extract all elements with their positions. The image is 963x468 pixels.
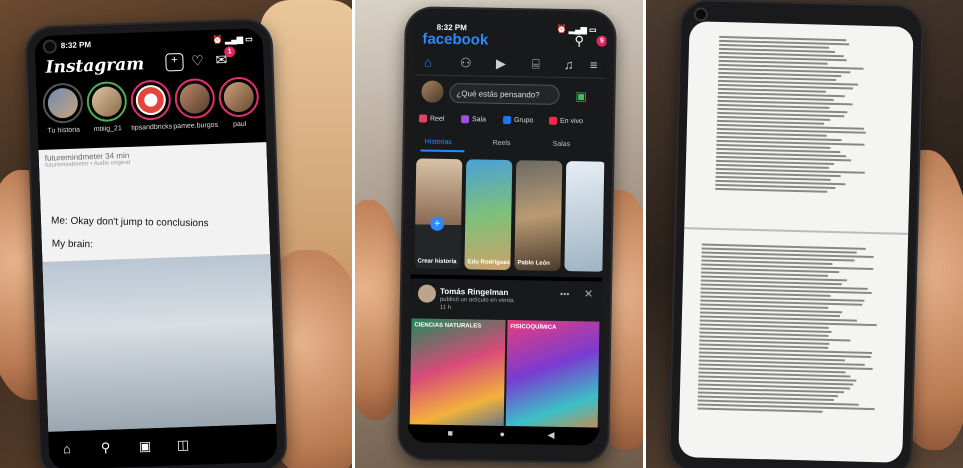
notification-badge: 9 — [596, 35, 607, 47]
story-label: Pablo León — [517, 260, 550, 267]
add-story-icon: + — [430, 216, 445, 231]
meme-line-2: My brain: — [51, 238, 94, 251]
post-action: publicó un artículo en venta. — [439, 296, 515, 305]
action-label: Grupo — [513, 116, 534, 125]
marketplace-tab-icon[interactable]: ⌸ — [532, 56, 540, 72]
heart-icon[interactable]: ♡ — [189, 52, 206, 69]
search-icon[interactable]: ⚲ — [101, 440, 111, 456]
recent-apps-icon[interactable]: ■ — [447, 428, 453, 438]
more-icon[interactable]: ••• — [560, 289, 570, 299]
story-avatar[interactable] — [130, 79, 172, 121]
document-page — [684, 21, 913, 232]
product-image[interactable]: CIENCIAS NATURALES — [409, 318, 506, 440]
story-card[interactable]: Edu Rodríguez — [464, 159, 513, 271]
story-name: pamee.burgos — [173, 121, 219, 131]
photo-panel-document — [646, 0, 963, 468]
post-author[interactable]: Tomás Ringelman — [440, 287, 508, 297]
front-camera — [695, 9, 706, 20]
bottom-nav: ⌂ ⚲ ▣ ◫ — [48, 423, 278, 468]
phone-document — [669, 0, 923, 468]
system-nav: ■ ● ◀ — [407, 424, 600, 446]
subtab-reels[interactable]: Reels — [493, 140, 511, 147]
feed-post: futuremindmeter 34 min futuremindmeter •… — [38, 142, 277, 432]
status-time: 8:32 PM — [60, 40, 92, 51]
action-reel[interactable]: Reel — [418, 114, 445, 123]
action-live[interactable]: En vivo — [548, 116, 584, 126]
search-icon[interactable]: ⚲ — [574, 33, 584, 49]
story-avatar[interactable] — [86, 80, 128, 123]
front-camera — [44, 41, 56, 52]
story-name: Tu historia — [47, 126, 81, 135]
image-label: FISICOQUÍMICA — [510, 324, 557, 331]
product-image[interactable]: FISICOQUÍMICA — [505, 320, 600, 442]
action-room[interactable]: Sala — [460, 115, 487, 124]
new-post-icon[interactable]: + — [165, 52, 184, 72]
app-title: Instagram — [45, 54, 145, 78]
home-tab-icon[interactable]: ⌂ — [424, 55, 432, 70]
home-button-icon[interactable]: ● — [499, 429, 505, 439]
app-title: facebook — [422, 30, 489, 49]
video-tab-icon[interactable]: ▶ — [496, 56, 506, 72]
story-card[interactable]: + Crear historia — [414, 158, 463, 270]
story-avatar[interactable] — [42, 82, 84, 124]
active-tab-indicator — [420, 149, 465, 153]
divider — [410, 274, 603, 282]
shop-icon[interactable]: ◫ — [177, 437, 190, 453]
story-card[interactable] — [564, 161, 607, 272]
phone-facebook: 8:32 PM ⏰ ▂▄▆ ▭ facebook ⚲ 9 ⌂ ⚇ ▶ ⌸ ♫ ≡… — [399, 8, 615, 462]
story-name: mtiiig_21 — [93, 125, 122, 134]
friends-tab-icon[interactable]: ⚇ — [460, 55, 472, 71]
avatar[interactable] — [417, 284, 437, 303]
photo-panel-instagram: 8:32 PM ⏰ ▂▄▆ ▭ Instagram + ♡ ✉ 1 Tu his… — [0, 0, 352, 468]
subtab-rooms[interactable]: Salas — [553, 141, 571, 148]
phone-instagram: 8:32 PM ⏰ ▂▄▆ ▭ Instagram + ♡ ✉ 1 Tu his… — [26, 19, 286, 468]
room-icon — [460, 115, 470, 124]
status-icons: ⏰ ▂▄▆ ▭ — [212, 34, 253, 45]
menu-tab-icon[interactable]: ≡ — [590, 57, 598, 72]
notification-badge: 1 — [223, 46, 236, 58]
home-icon[interactable]: ⌂ — [63, 441, 71, 456]
story-avatar[interactable] — [218, 76, 260, 118]
post-time: 11 h — [439, 304, 452, 312]
story-avatar[interactable] — [174, 77, 216, 120]
facebook-screen: 8:32 PM ⏰ ▂▄▆ ▭ facebook ⚲ 9 ⌂ ⚇ ▶ ⌸ ♫ ≡… — [407, 16, 607, 446]
photo-panel-facebook: 8:32 PM ⏰ ▂▄▆ ▭ facebook ⚲ 9 ⌂ ⚇ ▶ ⌸ ♫ ≡… — [355, 0, 643, 468]
document-screen — [678, 21, 914, 463]
action-label: Reel — [429, 115, 445, 123]
status-composer[interactable]: ¿Qué estás pensando? — [449, 82, 560, 105]
story-label: Crear historia — [417, 258, 457, 266]
story-name: paul — [232, 120, 247, 129]
story-name: tipsandbricks — [131, 123, 173, 132]
meme-line-1: Me: Okay don't jump to conclusions — [50, 215, 209, 230]
reel-icon — [418, 114, 428, 123]
subtab-stories[interactable]: Historias — [425, 139, 452, 146]
story-card[interactable]: Pablo León — [514, 160, 563, 271]
notifications-tab-icon[interactable]: ♫ — [564, 57, 574, 72]
back-icon[interactable]: ◀ — [547, 430, 554, 441]
illegible-text-line — [715, 187, 828, 193]
avatar[interactable] — [421, 80, 444, 103]
divider — [413, 74, 606, 79]
photo-icon[interactable]: ▣ — [575, 89, 587, 103]
action-label: En vivo — [559, 117, 584, 126]
image-label: CIENCIAS NATURALES — [414, 322, 482, 330]
group-icon — [502, 115, 512, 125]
action-label: Sala — [471, 116, 487, 124]
story-label: Edu Rodríguez — [467, 259, 510, 267]
live-icon — [548, 116, 558, 125]
left-hand — [355, 200, 405, 420]
instagram-screen: 8:32 PM ⏰ ▂▄▆ ▭ Instagram + ♡ ✉ 1 Tu his… — [34, 28, 278, 468]
illegible-text-line — [697, 407, 823, 413]
meme-image — [42, 254, 277, 432]
reels-icon[interactable]: ▣ — [139, 438, 152, 454]
action-group[interactable]: Grupo — [502, 115, 534, 125]
close-icon[interactable]: ✕ — [584, 287, 593, 300]
document-page — [678, 231, 908, 463]
